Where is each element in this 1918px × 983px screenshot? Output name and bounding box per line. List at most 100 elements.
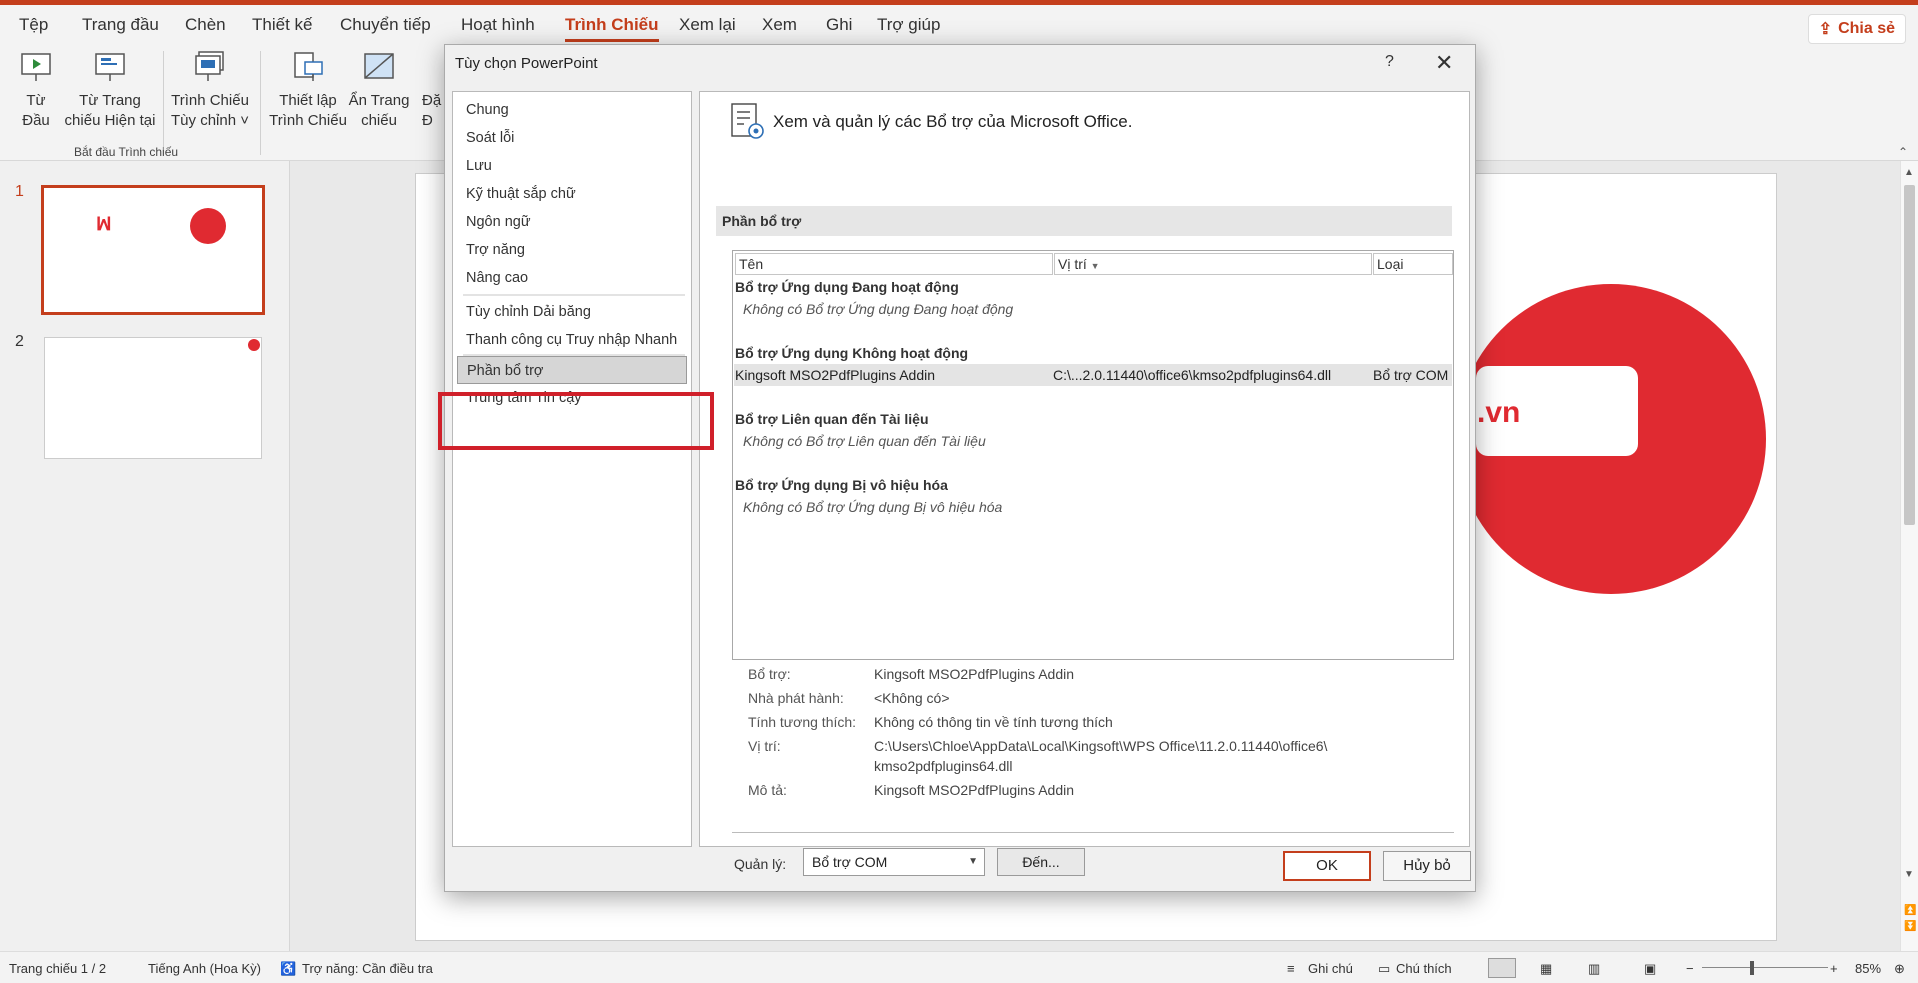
panel-divider [732, 832, 1454, 833]
manage-dropdown[interactable]: Bổ trợ COM ▼ [803, 848, 985, 876]
column-header-name[interactable]: Tên [735, 253, 1053, 275]
slide-number: 2 [15, 333, 24, 350]
normal-view-icon[interactable] [1488, 958, 1516, 978]
tab-home[interactable]: Trang đầu [82, 15, 159, 35]
column-header-location[interactable]: Vị trí ▼ [1054, 253, 1372, 275]
nav-accessibility[interactable]: Trợ năng [457, 236, 687, 264]
active-addins-group: Bổ trợ Ứng dụng Đang hoạt động [735, 279, 959, 295]
tab-animations[interactable]: Hoạt hình [461, 15, 535, 35]
vertical-scrollbar[interactable]: ▲ ▼ ⏫ ⏬ [1900, 161, 1918, 951]
notes-icon: ≡ [1287, 961, 1295, 976]
tab-slideshow[interactable]: Trình Chiếu [565, 15, 659, 42]
go-button[interactable]: Đến... [997, 848, 1085, 876]
addin-type-cell[interactable]: Bổ trợ COM [1373, 367, 1448, 383]
slide-counter: Trang chiếu 1 / 2 [9, 961, 107, 976]
from-current-label-1: Từ Trang [79, 92, 141, 109]
detail-location-value-1: C:\Users\Chloe\AppData\Local\Kingsoft\WP… [874, 738, 1328, 754]
accessibility-status[interactable]: Trợ năng: Cần điều tra [302, 961, 433, 976]
notes-button[interactable]: Ghi chú [1308, 961, 1353, 976]
tab-review[interactable]: Xem lại [679, 15, 736, 35]
nav-proofing[interactable]: Soát lỗi [457, 124, 687, 152]
tab-help[interactable]: Trợ giúp [877, 15, 940, 35]
help-button[interactable]: ? [1385, 53, 1394, 71]
next-slide-icon[interactable]: ⏬ [1904, 921, 1916, 932]
dialog-title: Tùy chọn PowerPoint [455, 55, 598, 72]
zoom-out-icon[interactable]: − [1686, 961, 1694, 976]
slide-sorter-icon[interactable]: ▦ [1540, 961, 1552, 977]
detail-location-label: Vị trí: [748, 738, 781, 754]
partial-ribbon-button[interactable]: Đặ Đ [422, 49, 444, 131]
reading-view-icon[interactable]: ▥ [1588, 961, 1600, 977]
addins-table: Tên Vị trí ▼ Loại Bổ trợ Ứng dụng Đang h… [732, 250, 1454, 660]
nav-general[interactable]: Chung [457, 96, 687, 124]
detail-location-value-2: kmso2pdfplugins64.dll [874, 758, 1013, 774]
detail-publisher-value: <Không có> [874, 690, 950, 706]
disabled-addins-group: Bổ trợ Ứng dụng Bị vô hiệu hóa [735, 477, 948, 493]
hide-slide-icon [359, 49, 399, 85]
slide-thumbnail-1[interactable]: ꟽ [41, 185, 265, 315]
manage-dropdown-value: Bổ trợ COM [812, 854, 888, 870]
share-button[interactable]: ⇪ Chia sẻ [1807, 14, 1906, 44]
setup-slideshow-button[interactable]: Thiết lập Trình Chiếu [268, 49, 348, 131]
slide-thumbnail-2[interactable] [44, 337, 262, 459]
play-from-start-icon [16, 49, 56, 85]
tab-insert[interactable]: Chèn [185, 15, 226, 35]
tab-view[interactable]: Xem [762, 15, 797, 35]
hide-slide-button[interactable]: Ẩn Trang chiếu [348, 49, 410, 131]
nav-language[interactable]: Ngôn ngữ [457, 208, 687, 236]
detail-publisher-label: Nhà phát hành: [748, 690, 844, 706]
addin-location-cell[interactable]: C:\...2.0.11440\office6\kmso2pdfplugins6… [1053, 367, 1331, 383]
cancel-button[interactable]: Hủy bỏ [1383, 851, 1471, 881]
zoom-level[interactable]: 85% [1855, 961, 1881, 976]
custom-slideshow-button[interactable]: Trình Chiếu Tùy chỉnh ˅ [168, 49, 252, 131]
close-icon[interactable]: ✕ [1435, 50, 1453, 76]
tab-design[interactable]: Thiết kế [252, 15, 312, 35]
zoom-slider-handle[interactable] [1750, 961, 1754, 975]
custom-show-icon [190, 49, 230, 85]
thumb-mini-logo-icon [248, 339, 260, 351]
from-beginning-button[interactable]: Từ Đầu [12, 49, 60, 131]
addin-name-cell[interactable]: Kingsoft MSO2PdfPlugins Addin [735, 367, 935, 383]
nav-typography[interactable]: Kỹ thuật sắp chữ [457, 180, 687, 208]
scroll-up-icon[interactable]: ▲ [1904, 167, 1914, 178]
previous-slide-icon[interactable]: ⏫ [1904, 905, 1916, 916]
document-addins-empty: Không có Bổ trợ Liên quan đến Tài liệu [743, 433, 986, 449]
nav-advanced[interactable]: Nâng cao [457, 264, 687, 292]
collapse-ribbon-icon[interactable]: ⌃ [1898, 145, 1908, 159]
play-from-current-icon [90, 49, 130, 85]
custom-show-label-1: Trình Chiếu [171, 92, 249, 109]
from-current-label-2: chiếu Hiện tại [64, 112, 156, 129]
setup-show-label-2: Trình Chiếu [269, 112, 347, 129]
zoom-in-icon[interactable]: + [1830, 961, 1838, 976]
scrollbar-thumb[interactable] [1904, 185, 1915, 525]
addins-header: Xem và quản lý các Bổ trợ của Microsoft … [773, 112, 1133, 131]
scroll-down-icon[interactable]: ▼ [1904, 869, 1914, 880]
detail-compat-label: Tính tương thích: [748, 714, 857, 730]
from-beginning-label-1: Từ [26, 92, 46, 109]
nav-quick-access-toolbar[interactable]: Thanh công cụ Truy nhập Nhanh [457, 326, 687, 354]
partial-icon [423, 49, 443, 85]
ribbon-tabs: Tệp Trang đầu Chèn Thiết kế Chuyển tiếp … [0, 5, 1918, 45]
nav-save[interactable]: Lưu [457, 152, 687, 180]
tab-record[interactable]: Ghi [826, 15, 852, 35]
nav-addins[interactable]: Phần bổ trợ [457, 356, 687, 384]
language-status[interactable]: Tiếng Anh (Hoa Kỳ) [148, 961, 261, 976]
highlight-annotation [438, 392, 714, 450]
ok-button[interactable]: OK [1283, 851, 1371, 881]
hide-slide-label-2: chiếu [361, 112, 397, 129]
fit-to-window-icon[interactable]: ⊕ [1894, 961, 1905, 977]
ribbon-divider [260, 51, 261, 155]
tab-file[interactable]: Tệp [19, 15, 48, 35]
nav-customize-ribbon[interactable]: Tùy chỉnh Dải băng [457, 298, 687, 326]
comments-icon: ▭ [1378, 961, 1391, 976]
column-header-type[interactable]: Loại [1373, 253, 1453, 275]
comments-button[interactable]: Chú thích [1396, 961, 1452, 976]
tab-transitions[interactable]: Chuyển tiếp [340, 15, 431, 35]
partial-label-1: Đặ [422, 92, 442, 109]
slideshow-view-icon[interactable]: ▣ [1644, 961, 1656, 977]
nav-divider [463, 294, 685, 296]
start-slideshow-group-label: Bắt đầu Trình chiếu [74, 145, 179, 159]
accessibility-icon: ♿ [280, 961, 297, 976]
from-current-button[interactable]: Từ Trang chiếu Hiện tại [62, 49, 158, 131]
zoom-slider[interactable] [1702, 967, 1828, 968]
